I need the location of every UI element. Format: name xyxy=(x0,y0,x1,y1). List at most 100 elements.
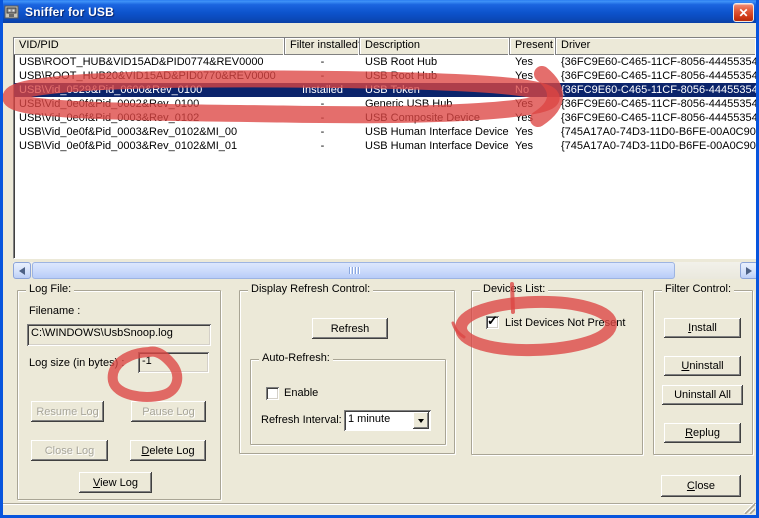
cell-vidpid: USB\ROOT_HUB&VID15AD&PID0774&REV0000 xyxy=(14,55,285,69)
cell-vidpid: USB\ROOT_HUB20&VID15AD&PID0770&REV0000 xyxy=(14,69,285,83)
uninstall-all-button[interactable]: Uninstall All xyxy=(662,385,743,405)
cell-description: Generic USB Hub xyxy=(360,97,510,111)
cell-driver: {36FC9E60-C465-11CF-8056-44455354 xyxy=(556,97,757,111)
list-devices-not-present-checkbox[interactable]: ✓ xyxy=(486,316,499,329)
cell-vidpid: USB\Vid_0e0f&Pid_0003&Rev_0102&MI_00 xyxy=(14,125,285,139)
cell-description: USB Root Hub xyxy=(360,69,510,83)
column-header-driver[interactable]: Driver xyxy=(556,38,757,55)
dropdown-arrow-button[interactable] xyxy=(413,412,429,429)
cell-filter: - xyxy=(285,97,360,111)
enable-label: Enable xyxy=(284,387,318,399)
view-log-button[interactable]: View Log xyxy=(79,472,152,493)
cell-driver: {36FC9E60-C465-11CF-8056-44455354 xyxy=(556,55,757,69)
filter-control-group: Filter Control: Install Uninstall Uninst… xyxy=(653,290,753,455)
refresh-interval-dropdown[interactable]: 1 minute xyxy=(344,410,431,431)
title-bar: Sniffer for USB ✕ xyxy=(0,0,759,23)
thumb-grip-icon xyxy=(358,267,359,274)
column-header-filter[interactable]: Filter installed? xyxy=(285,38,360,55)
devices-list-caption: Devices List: xyxy=(480,283,548,295)
column-header-vidpid[interactable]: VID/PID xyxy=(14,38,285,55)
thumb-grip-icon xyxy=(349,267,350,274)
cell-present: Yes xyxy=(510,55,556,69)
display-refresh-caption: Display Refresh Control: xyxy=(248,283,373,295)
cell-driver: {36FC9E60-C465-11CF-8056-44455354 xyxy=(556,69,757,83)
footer-divider xyxy=(3,503,756,505)
list-body: USB\ROOT_HUB&VID15AD&PID0774&REV0000-USB… xyxy=(14,55,757,153)
table-row[interactable]: USB\Vid_0e0f&Pid_0003&Rev_0102-USB Compo… xyxy=(14,111,757,125)
auto-refresh-group: Auto-Refresh: Enable Refresh Interval: 1… xyxy=(250,359,446,445)
sniffer-for-usb-window: Sniffer for USB ✕ VID/PIDFilter installe… xyxy=(0,0,759,518)
list-devices-not-present-label: List Devices Not Present xyxy=(505,317,625,329)
table-row[interactable]: USB\ROOT_HUB20&VID15AD&PID0770&REV0000-U… xyxy=(14,69,757,83)
log-file-caption: Log File: xyxy=(26,283,74,295)
window-title: Sniffer for USB xyxy=(25,5,114,19)
uninstall-button[interactable]: Uninstall xyxy=(664,356,741,376)
column-header-description[interactable]: Description xyxy=(360,38,510,55)
refresh-button[interactable]: Refresh xyxy=(312,318,388,339)
pause-log-button[interactable]: Pause Log xyxy=(131,401,206,422)
cell-description: USB Human Interface Device xyxy=(360,125,510,139)
dialog-close-button[interactable]: Close xyxy=(661,475,741,497)
scrollbar-thumb[interactable] xyxy=(32,262,675,279)
right-arrow-icon xyxy=(746,267,752,275)
refresh-interval-label: Refresh Interval: xyxy=(261,414,342,426)
devices-list-group: Devices List: ✓ List Devices Not Present xyxy=(471,290,643,455)
close-log-button[interactable]: Close Log xyxy=(31,440,108,461)
auto-refresh-caption: Auto-Refresh: xyxy=(259,352,333,364)
cell-vidpid: USB\Vid_0529&Pid_0600&Rev_0100 xyxy=(14,83,285,97)
left-arrow-icon xyxy=(19,267,25,275)
log-file-group: Log File: Filename : C:\WINDOWS\UsbSnoop… xyxy=(17,290,221,500)
cell-present: Yes xyxy=(510,111,556,125)
table-row[interactable]: USB\Vid_0e0f&Pid_0002&Rev_0100-Generic U… xyxy=(14,97,757,111)
device-list-view[interactable]: VID/PIDFilter installed?DescriptionPrese… xyxy=(13,37,758,259)
enable-checkbox[interactable] xyxy=(266,387,279,400)
scroll-left-button[interactable] xyxy=(13,262,31,279)
cell-present: No xyxy=(510,83,556,97)
usb-app-icon xyxy=(4,4,20,20)
cell-driver: {36FC9E60-C465-11CF-8056-44455354 xyxy=(556,111,757,125)
chevron-down-icon xyxy=(418,419,424,423)
cell-description: USB Token xyxy=(360,83,510,97)
list-header: VID/PIDFilter installed?DescriptionPrese… xyxy=(14,38,757,55)
cell-filter: - xyxy=(285,69,360,83)
table-row[interactable]: USB\Vid_0e0f&Pid_0003&Rev_0102&MI_00-USB… xyxy=(14,125,757,139)
table-row[interactable]: USB\Vid_0529&Pid_0600&Rev_0100InstalledU… xyxy=(14,83,757,97)
cell-present: Yes xyxy=(510,97,556,111)
cell-description: USB Root Hub xyxy=(360,55,510,69)
cell-filter: - xyxy=(285,55,360,69)
delete-log-button[interactable]: Delete Log xyxy=(130,440,206,461)
resume-log-button[interactable]: Resume Log xyxy=(31,401,104,422)
resize-grip[interactable] xyxy=(742,501,755,514)
refresh-interval-value: 1 minute xyxy=(348,413,390,425)
check-icon: ✓ xyxy=(487,313,498,329)
table-row[interactable]: USB\ROOT_HUB&VID15AD&PID0774&REV0000-USB… xyxy=(14,55,757,69)
log-size-input[interactable]: -1 xyxy=(138,352,209,373)
log-size-label: Log size (in bytes) : xyxy=(29,357,124,369)
cell-driver: {36FC9E60-C465-11CF-8056-44455354 xyxy=(556,83,757,97)
replug-button[interactable]: Replug xyxy=(664,423,741,443)
filename-input[interactable]: C:\WINDOWS\UsbSnoop.log xyxy=(27,324,211,346)
thumb-grip-icon xyxy=(352,267,353,274)
cell-driver: {745A17A0-74D3-11D0-B6FE-00A0C90 xyxy=(556,139,757,153)
cell-present: Yes xyxy=(510,125,556,139)
table-row[interactable]: USB\Vid_0e0f&Pid_0003&Rev_0102&MI_01-USB… xyxy=(14,139,757,153)
column-header-present[interactable]: Present xyxy=(510,38,556,55)
cell-filter: - xyxy=(285,139,360,153)
cell-present: Yes xyxy=(510,139,556,153)
scroll-right-button[interactable] xyxy=(740,262,758,279)
cell-description: USB Human Interface Device xyxy=(360,139,510,153)
filename-label: Filename : xyxy=(29,305,80,317)
thumb-grip-icon xyxy=(355,267,356,274)
window-close-button[interactable]: ✕ xyxy=(733,3,754,22)
cell-vidpid: USB\Vid_0e0f&Pid_0003&Rev_0102&MI_01 xyxy=(14,139,285,153)
cell-filter: Installed xyxy=(285,83,360,97)
cell-vidpid: USB\Vid_0e0f&Pid_0002&Rev_0100 xyxy=(14,97,285,111)
display-refresh-group: Display Refresh Control: Refresh Auto-Re… xyxy=(239,290,455,454)
cell-filter: - xyxy=(285,111,360,125)
cell-filter: - xyxy=(285,125,360,139)
install-button[interactable]: Install xyxy=(664,318,741,338)
horizontal-scrollbar[interactable] xyxy=(13,262,758,279)
cell-driver: {745A17A0-74D3-11D0-B6FE-00A0C90 xyxy=(556,125,757,139)
cell-present: Yes xyxy=(510,69,556,83)
cell-vidpid: USB\Vid_0e0f&Pid_0003&Rev_0102 xyxy=(14,111,285,125)
